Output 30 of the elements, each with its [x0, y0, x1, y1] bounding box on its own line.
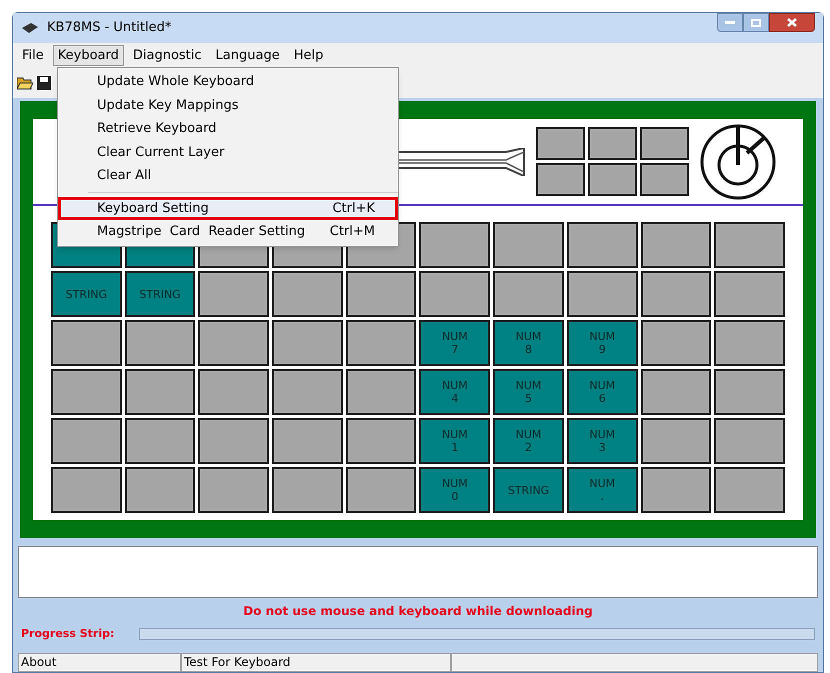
status-pane: Test For Keyboard — [181, 653, 451, 672]
window-title: KB78MS - Untitled* — [47, 19, 172, 38]
key-label: NUM — [589, 477, 616, 490]
key-label: 7 — [451, 343, 458, 356]
key-label: NUM — [442, 330, 468, 343]
key-label: NUM — [442, 428, 468, 441]
progress-label: Progress Strip: — [21, 626, 116, 642]
key-label: NUM — [442, 379, 468, 392]
key-label: NUM — [589, 379, 616, 392]
key-label: 4 — [451, 392, 458, 405]
key-label: 8 — [525, 343, 532, 356]
key-label: NUM — [516, 428, 542, 441]
key-label: 2 — [525, 441, 532, 454]
key-label: STRING — [508, 484, 550, 496]
key-label: NUM — [516, 330, 542, 343]
warning-text: Do not use mouse and keyboard while downloading — [243, 603, 593, 620]
key-label: 1 — [451, 441, 458, 454]
key-label: NUM — [442, 477, 468, 490]
key-label: 6 — [598, 392, 606, 405]
key-label: 0 — [451, 490, 458, 503]
key-label: NUM — [589, 428, 616, 441]
key-label: 5 — [525, 392, 532, 405]
key-label: . — [600, 490, 604, 503]
key-label: NUM — [589, 330, 616, 343]
key-label: 3 — [598, 441, 606, 454]
key-label: 9 — [598, 343, 606, 356]
key-label: NUM — [516, 379, 542, 392]
status-pane: About — [18, 653, 181, 672]
key-label: STRING — [66, 288, 108, 300]
key-label: STRING — [139, 288, 181, 300]
